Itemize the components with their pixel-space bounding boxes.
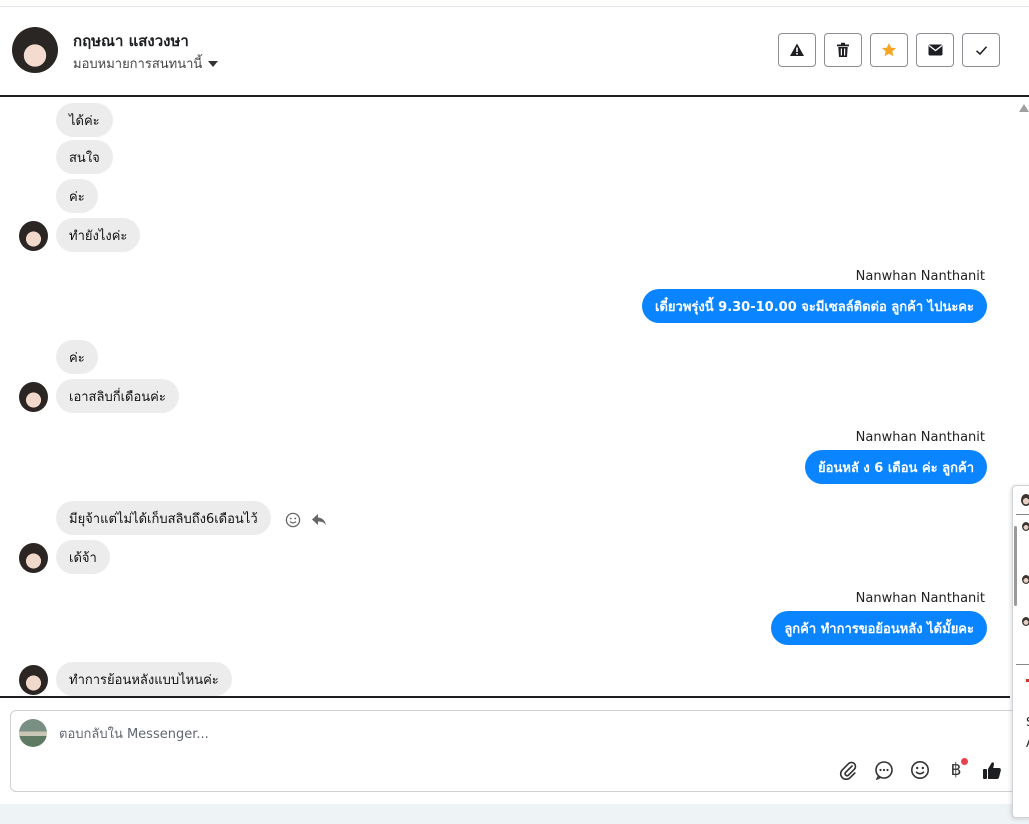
- incoming-message[interactable]: ทำการย้อนหลังแบบไหนค่ะ: [56, 662, 232, 696]
- sender-name: Nanwhan Nanthanit: [855, 430, 985, 445]
- incoming-message[interactable]: เด้จ้า: [56, 540, 110, 574]
- envelope-icon: [928, 44, 942, 56]
- outgoing-message[interactable]: เดี๋ยวพรุ่งนี้ 9.30-10.00 จะมีเซลล์ติดต่…: [642, 289, 987, 323]
- smiley-icon: [911, 761, 929, 779]
- baht-icon: ฿: [950, 760, 962, 780]
- check-icon: [975, 45, 987, 55]
- saved-replies-button[interactable]: [873, 759, 895, 781]
- incoming-message[interactable]: ค่ะ: [56, 179, 98, 213]
- done-button[interactable]: [962, 33, 1000, 67]
- mini-avatar[interactable]: [1021, 494, 1029, 506]
- mini-avatar[interactable]: [1022, 617, 1029, 626]
- incoming-message[interactable]: ทำยังไงค่ะ: [56, 218, 141, 252]
- attach-button[interactable]: [837, 759, 859, 781]
- side-divider: [1016, 664, 1029, 665]
- star-icon: [882, 43, 896, 57]
- sender-name: Nanwhan Nanthanit: [855, 591, 985, 606]
- like-button[interactable]: [981, 759, 1003, 781]
- payment-button[interactable]: ฿: [945, 758, 968, 781]
- thread-divider: [0, 696, 1010, 698]
- side-panel-peek[interactable]: S A: [1012, 485, 1029, 818]
- thumbs-up-icon: [983, 761, 1001, 779]
- paperclip-icon: [839, 761, 857, 780]
- warning-icon: [790, 43, 804, 56]
- contact-avatar[interactable]: [12, 27, 58, 73]
- mini-avatar[interactable]: [1022, 575, 1029, 584]
- sender-avatar: [19, 665, 48, 695]
- side-divider: [1016, 514, 1029, 515]
- delete-button[interactable]: [824, 33, 862, 67]
- react-smiley-icon[interactable]: [285, 512, 301, 528]
- scroll-up-arrow-icon[interactable]: [1019, 104, 1029, 112]
- trash-icon: [837, 42, 849, 57]
- emoji-button[interactable]: [909, 759, 931, 781]
- incoming-message[interactable]: ค่ะ: [56, 340, 98, 374]
- sender-avatar: [19, 221, 48, 251]
- header-actions: [778, 33, 1000, 67]
- caret-down-icon: [208, 60, 219, 67]
- message-hover-tools: [285, 512, 327, 528]
- incoming-message[interactable]: เอาสลิบกี่เดือนค่ะ: [56, 379, 179, 413]
- incoming-message[interactable]: ได้ค่ะ: [56, 103, 113, 137]
- contact-name[interactable]: กฤษณา แสงวงษา: [73, 29, 189, 53]
- reply-composer: ฿: [10, 710, 1020, 792]
- sender-name: Nanwhan Nanthanit: [855, 269, 985, 284]
- assign-label: มอบหมายการสนทนานี้: [73, 57, 203, 72]
- reply-arrow-icon[interactable]: [311, 513, 327, 527]
- assign-conversation-dropdown[interactable]: มอบหมายการสนทนานี้: [73, 53, 219, 74]
- page-avatar: [19, 719, 47, 747]
- sender-avatar: [19, 382, 48, 412]
- outgoing-message[interactable]: ย้อนหลั ง 6 เดือน ค่ะ ลูกค้า: [805, 450, 987, 484]
- outgoing-message[interactable]: ลูกค้า ทำการขอย้อนหลัง ได้มั้ยคะ: [771, 611, 987, 645]
- conversation-header: กฤษณา แสงวงษา มอบหมายการสนทนานี้: [0, 7, 1029, 95]
- sender-avatar: [19, 543, 48, 573]
- reply-input[interactable]: [59, 723, 659, 745]
- footer-band: [0, 804, 1029, 824]
- message-thread[interactable]: ได้ค่ะ สนใจ ค่ะ ทำยังไงค่ะ Nanwhan Nanth…: [0, 97, 1017, 697]
- chat-bubble-icon: [875, 761, 893, 780]
- mail-button[interactable]: [916, 33, 954, 67]
- incoming-message[interactable]: มียุจ้าแต่ไม่ได้เก็บสลิบถึง6เดือนไว้: [56, 501, 271, 535]
- report-button[interactable]: [778, 33, 816, 67]
- star-button[interactable]: [870, 33, 908, 67]
- composer-tools: ฿: [837, 758, 1003, 781]
- incoming-message[interactable]: สนใจ: [56, 140, 113, 174]
- side-scrollbar[interactable]: [1014, 526, 1017, 606]
- notification-dot: [961, 758, 968, 765]
- mini-avatar[interactable]: [1022, 522, 1029, 531]
